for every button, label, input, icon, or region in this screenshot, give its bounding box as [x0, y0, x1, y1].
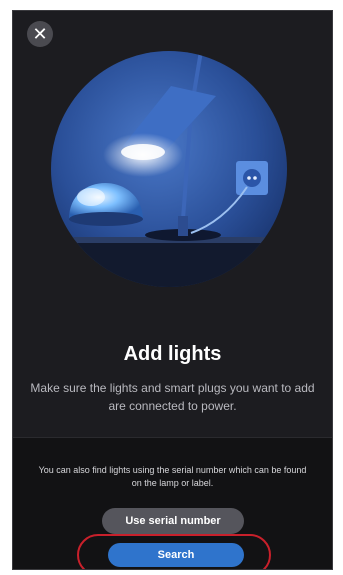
- serial-number-hint: You can also find lights using the seria…: [38, 465, 307, 488]
- bottom-action-panel: You can also find lights using the seria…: [13, 437, 332, 569]
- hero-illustration: [51, 51, 287, 287]
- close-button[interactable]: ✕: [27, 21, 53, 47]
- close-icon[interactable]: ✕: [32, 25, 47, 43]
- search-button[interactable]: Search: [108, 543, 244, 567]
- page-title: Add lights: [123, 343, 222, 365]
- page-subtitle: Make sure the lights and smart plugs you…: [30, 381, 315, 413]
- app-screen: ✕ Add lights Make sure the lights and sm…: [12, 10, 333, 570]
- use-serial-number-button[interactable]: Use serial number: [102, 508, 244, 534]
